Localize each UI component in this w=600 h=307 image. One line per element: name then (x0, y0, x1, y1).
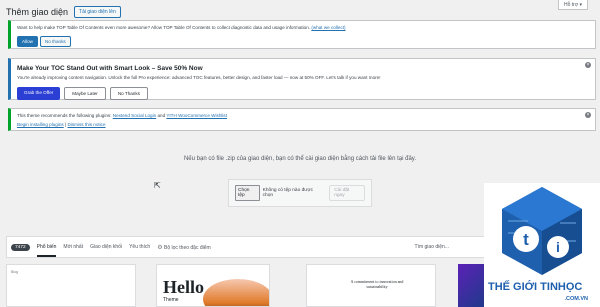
install-now-button[interactable]: Cài đặt ngay (329, 185, 365, 201)
no-file-text: Không có tệp nào được chọn (262, 188, 314, 198)
card-headline: A commitment to innovation and sustainab… (350, 279, 404, 289)
plugins-notice-text: This theme recommends the following plug… (17, 113, 112, 118)
card-theme-text: Theme (163, 297, 179, 303)
tab-popular[interactable]: Phổ biến (36, 244, 57, 257)
dismiss-notice-link[interactable]: Dismiss this notice (68, 122, 106, 127)
help-tab[interactable]: Hỗ trợ ▾ (557, 0, 588, 10)
promo-description: You're already improving content navigat… (17, 75, 381, 80)
theme-card[interactable]: Blog (6, 264, 136, 307)
feature-filter-button[interactable]: ⚙ Bộ lọc theo đặc điểm (157, 244, 210, 251)
upload-theme-button[interactable]: Tải giao diện lên (74, 6, 121, 18)
upload-form: Chọn tệp Không có tệp nào được chọn Cài … (228, 179, 372, 207)
promo-no-thanks-button[interactable]: No Thanks (109, 87, 148, 100)
no-thanks-button[interactable]: No thanks (39, 36, 71, 47)
search-themes-label[interactable]: Tìm giao diện... (415, 244, 449, 250)
close-icon[interactable]: × (585, 62, 591, 68)
upload-instructions: Nếu bạn có file .zip của giao diện, bạn … (183, 156, 417, 162)
mouse-cursor-icon: ⇱ (154, 181, 161, 190)
choose-file-button[interactable]: Chọn tệp (235, 185, 260, 201)
feature-filter-label: Bộ lọc theo đặc điểm (164, 244, 211, 251)
begin-installing-link[interactable]: Begin installing plugins (17, 122, 64, 127)
tab-latest[interactable]: Mới nhất (63, 244, 83, 250)
toc-promo-notice: Make Your TOC Stand Out with Smart Look … (8, 58, 596, 100)
svg-text:i: i (556, 239, 560, 255)
and-text: and (157, 113, 166, 118)
close-icon[interactable]: × (585, 112, 591, 118)
watermark-logo: t i THẾ GIỚI TINHỌC .COM.VN (484, 183, 600, 307)
logo-domain-text: .COM.VN (564, 296, 588, 302)
page-title: Thêm giao diện (6, 7, 69, 17)
card-label: Blog (11, 270, 19, 274)
separator: | (65, 122, 67, 127)
allow-button[interactable]: Allow (17, 36, 38, 47)
tab-favorites[interactable]: Yêu thích (129, 244, 150, 250)
theme-count-badge: 7472 (11, 243, 30, 251)
grab-offer-button[interactable]: Grab the Offer (17, 87, 61, 100)
toc-diagnostic-notice: Want to help make TOP Table Of Contents … (8, 20, 596, 49)
card-hello-text: Hello (163, 277, 204, 297)
svg-text:t: t (523, 230, 529, 249)
notice-text: Want to help make TOP Table Of Contents … (17, 25, 311, 30)
theme-card[interactable]: A commitment to innovation and sustainab… (306, 264, 436, 307)
tab-block-themes[interactable]: Giao diện khối (90, 244, 122, 250)
sunset-image (203, 279, 269, 306)
plugin-link-yith[interactable]: YITH WooCommerce Wishlist (166, 113, 227, 118)
theme-card-thumbnail[interactable] (458, 264, 486, 307)
page-header: Thêm giao diện Tải giao diện lên (6, 6, 121, 18)
what-we-collect-link[interactable]: (what we collect) (311, 25, 345, 30)
recommended-plugins-notice: This theme recommends the following plug… (8, 108, 596, 131)
gear-icon: ⚙ (157, 244, 163, 251)
logo-brand-text: THẾ GIỚI TINHỌC (488, 281, 583, 293)
plugin-link-nextend[interactable]: Nextend Social Login (113, 113, 156, 118)
logo-cube-icon: t i (502, 187, 582, 275)
promo-title: Make Your TOC Stand Out with Smart Look … (17, 65, 203, 72)
maybe-later-button[interactable]: Maybe Later (64, 87, 106, 100)
theme-card[interactable]: Hello Theme (156, 264, 270, 307)
